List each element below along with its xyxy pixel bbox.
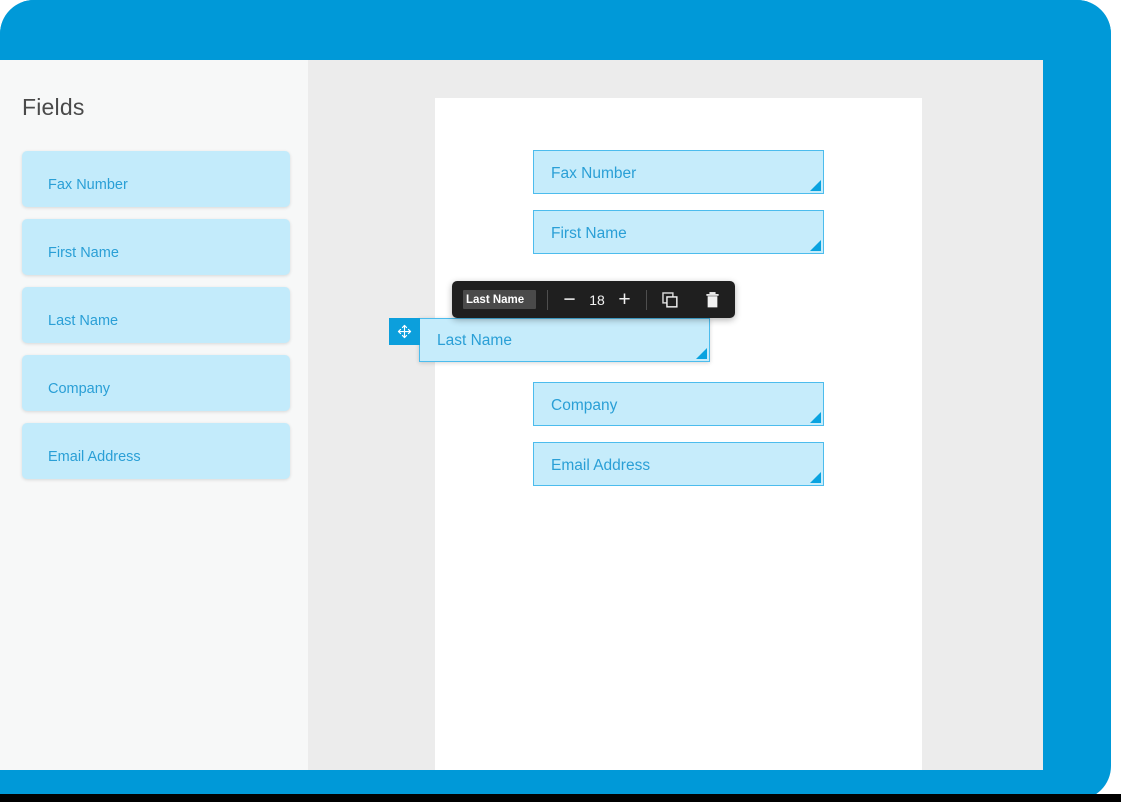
canvas-field-last-name-selected[interactable]: Last Name [419, 318, 710, 362]
window-bottom-edge [0, 794, 1121, 802]
sidebar-item-label: Fax Number [48, 177, 128, 193]
canvas-field-email-address[interactable]: Email Address [533, 442, 824, 486]
field-label-input[interactable] [463, 290, 536, 309]
canvas-field-label: Last Name [437, 332, 512, 349]
toolbar-divider [547, 289, 548, 310]
field-options-toolbar: − 18 + [452, 281, 735, 318]
canvas-field-first-name[interactable]: First Name [533, 210, 824, 254]
increase-font-size-button[interactable]: + [614, 289, 635, 310]
duplicate-icon[interactable] [658, 288, 682, 312]
app-top-bar [0, 0, 1111, 60]
trash-icon[interactable] [700, 288, 724, 312]
sidebar-field-list: Fax Number First Name Last Name Company … [22, 151, 290, 491]
sidebar-item-last-name[interactable]: Last Name [22, 287, 290, 343]
resize-corner-icon[interactable] [810, 472, 821, 483]
sidebar-item-company[interactable]: Company [22, 355, 290, 411]
canvas-field-label: Fax Number [551, 165, 637, 182]
sidebar-item-label: Company [48, 381, 111, 397]
resize-corner-icon[interactable] [810, 240, 821, 251]
app-root: Fields Fax Number First Name Last Name C… [0, 0, 1121, 802]
sidebar-title: Fields [22, 94, 85, 120]
resize-corner-icon[interactable] [810, 180, 821, 191]
form-canvas-page[interactable]: Fax Number First Name Company Email Addr… [435, 98, 922, 770]
canvas-field-label: Company [551, 397, 618, 414]
canvas-field-label: First Name [551, 225, 627, 242]
canvas-field-label: Email Address [551, 457, 651, 474]
canvas-field-company[interactable]: Company [533, 382, 824, 426]
resize-corner-icon[interactable] [696, 348, 707, 359]
move-arrows-icon[interactable] [389, 318, 420, 345]
sidebar-item-label: First Name [48, 245, 119, 261]
sidebar-item-first-name[interactable]: First Name [22, 219, 290, 275]
toolbar-divider [646, 289, 647, 310]
sidebar-item-fax-number[interactable]: Fax Number [22, 151, 290, 207]
resize-corner-icon[interactable] [810, 412, 821, 423]
sidebar-item-label: Email Address [48, 449, 141, 465]
canvas-field-fax-number[interactable]: Fax Number [533, 150, 824, 194]
decrease-font-size-button[interactable]: − [559, 289, 580, 310]
sidebar-item-label: Last Name [48, 313, 119, 329]
font-size-value: 18 [589, 291, 605, 308]
sidebar-item-email-address[interactable]: Email Address [22, 423, 290, 479]
